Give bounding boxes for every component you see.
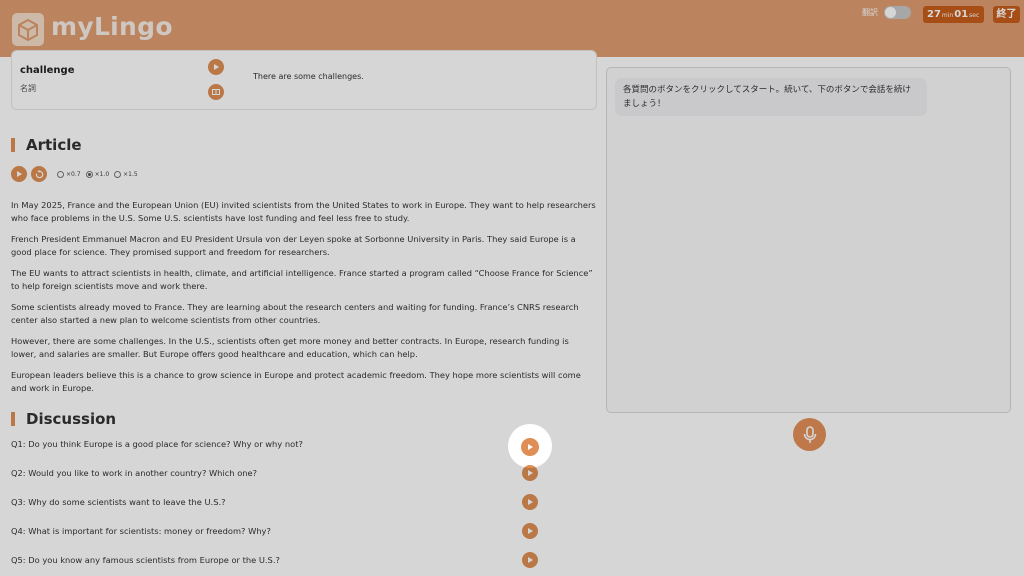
question-text: Q4: What is important for scientists: mo…	[11, 526, 271, 536]
app-header: myLingo 翻訳 27 min 01 sec 終了	[0, 0, 1024, 57]
play-icon	[214, 64, 219, 70]
vocab-card: challenge 名詞 There are some challenges.	[11, 50, 597, 110]
play-icon	[528, 470, 533, 476]
timer-min-unit: min	[941, 12, 954, 19]
play-icon	[528, 499, 533, 505]
question-play-button[interactable]	[522, 465, 538, 481]
timer-minutes: 27	[927, 9, 941, 20]
article-heading: Article	[11, 136, 82, 154]
speed-label: ×0.7	[66, 170, 81, 178]
vocab-play-button[interactable]	[208, 59, 224, 75]
discussion-question: Q4: What is important for scientists: mo…	[11, 523, 541, 539]
article-audio-controls: ×0.7 ×1.0 ×1.5	[11, 166, 138, 182]
article-paragraph: Some scientists already moved to France.…	[11, 302, 579, 325]
question-play-button[interactable]	[522, 494, 538, 510]
play-icon	[528, 557, 533, 563]
assistant-message: 各質問のボタンをクリックしてスタート。続いて、下のボタンで会話を続けましょう！	[615, 78, 927, 116]
discussion-question: Q3: Why do some scientists want to leave…	[11, 494, 541, 510]
speed-option-0.7[interactable]: ×0.7	[57, 170, 81, 178]
book-icon	[212, 89, 220, 95]
play-icon	[528, 528, 533, 534]
question-text: Q1: Do you think Europe is a good place …	[11, 439, 303, 449]
article-play-button[interactable]	[11, 166, 27, 182]
article-paragraph: European leaders believe this is a chanc…	[11, 370, 581, 393]
article-paragraph: French President Emmanuel Macron and EU …	[11, 234, 576, 257]
question-play-button[interactable]	[522, 552, 538, 568]
discussion-heading: Discussion	[11, 410, 116, 428]
article-body: In May 2025, France and the European Uni…	[11, 199, 596, 403]
translate-toggle-group: 翻訳	[862, 6, 911, 19]
article-title: Article	[26, 136, 82, 154]
article-paragraph: The EU wants to attract scientists in he…	[11, 268, 593, 291]
heading-accent-bar	[11, 412, 15, 426]
speed-label: ×1.5	[123, 170, 138, 178]
heading-accent-bar	[11, 138, 15, 152]
vocab-word: challenge	[20, 65, 75, 76]
microphone-icon	[803, 425, 816, 443]
speed-option-1.0[interactable]: ×1.0	[85, 170, 110, 178]
translate-toggle[interactable]	[884, 6, 911, 19]
speed-label: ×1.0	[94, 170, 110, 178]
article-paragraph: In May 2025, France and the European Uni…	[11, 200, 596, 223]
translate-label: 翻訳	[862, 8, 878, 17]
session-timer: 27 min 01 sec	[923, 6, 985, 23]
discussion-question: Q1: Do you think Europe is a good place …	[11, 436, 541, 452]
replay-icon	[35, 169, 43, 178]
question-1-play-button[interactable]	[521, 438, 539, 456]
radio-circle-selected	[85, 170, 93, 178]
question-play-button[interactable]	[522, 523, 538, 539]
timer-seconds: 01	[954, 9, 969, 20]
discussion-title: Discussion	[26, 410, 117, 428]
vocab-book-button[interactable]	[208, 84, 224, 100]
chat-panel: 各質問のボタンをクリックしてスタート。続いて、下のボタンで会話を続けましょう！	[606, 67, 1011, 413]
article-replay-button[interactable]	[31, 166, 47, 182]
play-icon	[17, 171, 22, 177]
question-text: Q5: Do you know any famous scientists fr…	[11, 555, 280, 565]
app-logo-text: myLingo	[51, 12, 173, 41]
microphone-button[interactable]	[793, 418, 826, 451]
radio-circle	[57, 170, 64, 178]
end-session-button[interactable]: 終了	[993, 6, 1020, 23]
speed-option-1.5[interactable]: ×1.5	[114, 170, 138, 178]
discussion-question: Q2: Would you like to work in another co…	[11, 465, 541, 481]
speed-selector: ×0.7 ×1.0 ×1.5	[57, 170, 138, 178]
radio-circle	[114, 170, 122, 178]
discussion-question: Q5: Do you know any famous scientists fr…	[11, 552, 541, 568]
timer-sec-unit: sec	[969, 12, 980, 19]
article-paragraph: However, there are some challenges. In t…	[11, 336, 569, 359]
vocab-example-sentence: There are some challenges.	[253, 72, 364, 81]
question-text: Q3: Why do some scientists want to leave…	[11, 497, 226, 507]
toggle-knob	[885, 7, 896, 18]
cube-logo-icon	[12, 13, 44, 46]
play-icon	[528, 444, 533, 450]
question-text: Q2: Would you like to work in another co…	[11, 468, 258, 478]
vocab-part-of-speech: 名詞	[20, 84, 36, 93]
